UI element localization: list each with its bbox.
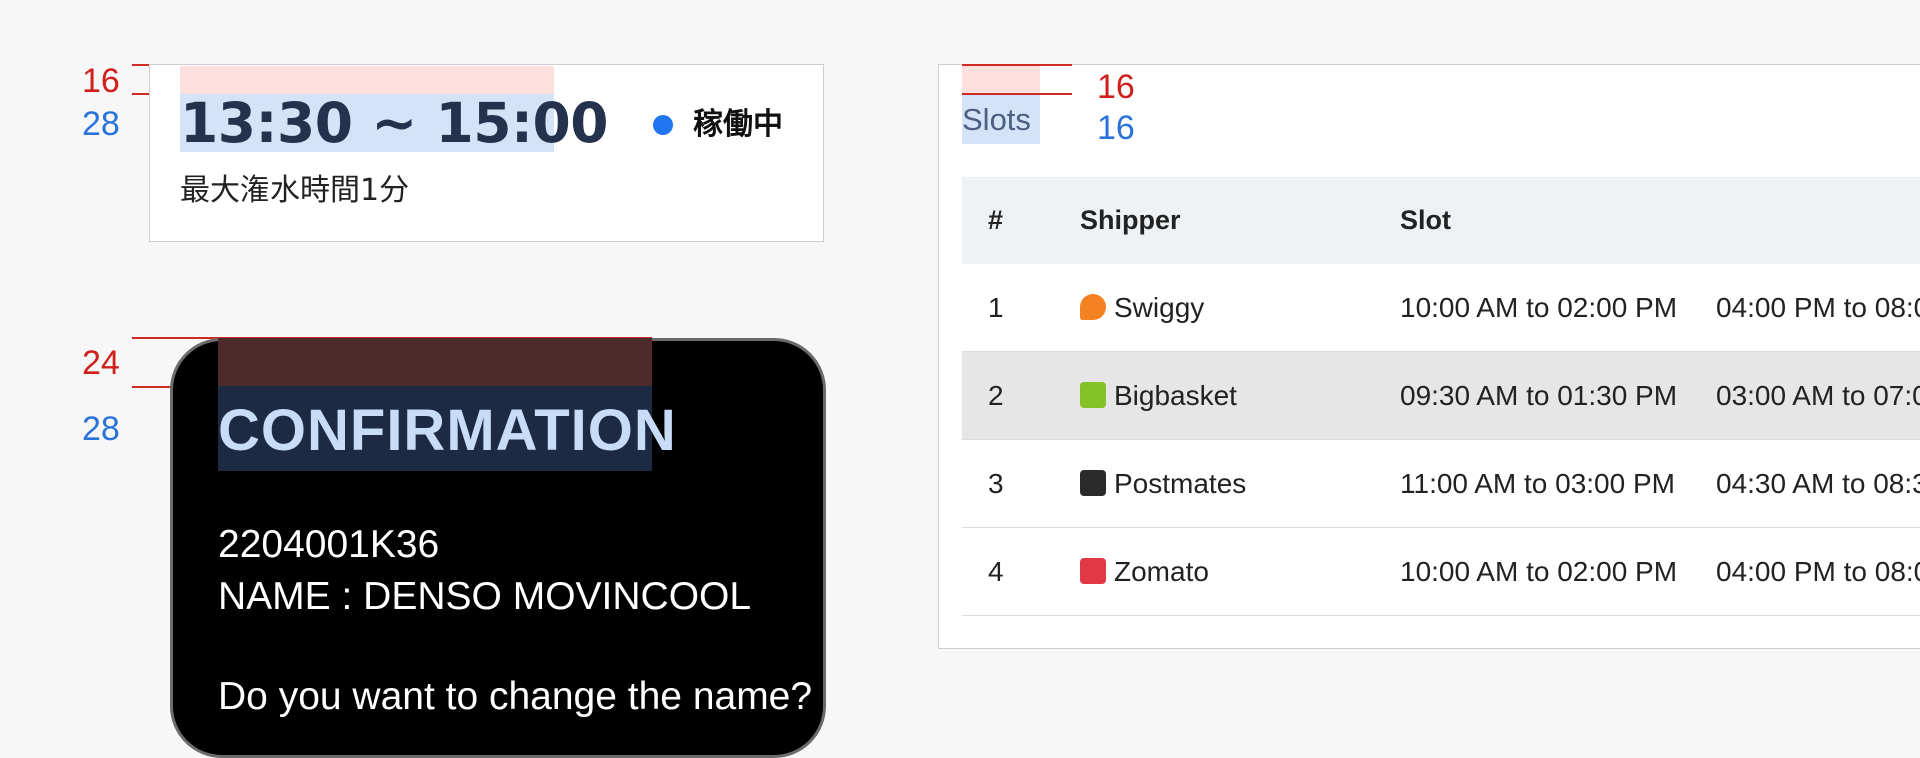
- slots-title: Slots: [962, 102, 1031, 137]
- table-row[interactable]: 1 Swiggy 10:00 AM to 02:00 PM 04:00 PM t…: [962, 264, 1920, 352]
- slot-time: 04:00 PM to 08:00 PM: [1716, 292, 1920, 323]
- row-number: 3: [988, 468, 1004, 499]
- spacing-label: 24: [82, 344, 120, 382]
- row-number: 1: [988, 292, 1004, 323]
- postmates-icon: [1080, 470, 1106, 496]
- slot-time: 04:30 AM to 08:30 PM: [1716, 468, 1920, 499]
- table-row[interactable]: 3 Postmates 11:00 AM to 03:00 PM 04:30 A…: [962, 440, 1920, 528]
- padding-highlight: [218, 338, 652, 386]
- font-size-label: 16: [1097, 109, 1135, 147]
- spacing-label: 16: [1097, 68, 1135, 106]
- header-shipper: Shipper: [1080, 205, 1181, 235]
- time-range: 13:30 ~ 15:00: [180, 91, 609, 155]
- table-header: # Shipper Slot: [962, 177, 1920, 264]
- shipper-name: Postmates: [1114, 468, 1247, 499]
- font-size-label: 28: [82, 410, 120, 448]
- font-size-label: 28: [82, 105, 120, 143]
- slot-time: 04:00 PM to 08:00 PM: [1716, 556, 1920, 587]
- spacing-label: 16: [82, 62, 120, 100]
- slot-time: 10:00 AM to 02:00 PM: [1400, 556, 1678, 587]
- row-number: 4: [988, 556, 1004, 587]
- slot-time: 03:00 AM to 07:00 PM: [1716, 380, 1920, 411]
- spacing-guide-line: [962, 93, 1072, 95]
- slot-time: 11:00 AM to 03:00 PM: [1400, 468, 1675, 499]
- table-row[interactable]: 2 Bigbasket 09:30 AM to 01:30 PM 03:00 A…: [962, 352, 1920, 440]
- confirmation-code: 2204001K36: [218, 523, 440, 566]
- schedule-subtitle: 最大潅水時間1分: [180, 173, 410, 208]
- status-dot-icon: [653, 115, 673, 135]
- status-label: 稼働中: [693, 107, 783, 142]
- shipper-name: Swiggy: [1114, 292, 1205, 323]
- slot-time: 09:30 AM to 01:30 PM: [1400, 380, 1678, 411]
- shipper-name: Zomato: [1114, 556, 1209, 587]
- swiggy-icon: [1080, 294, 1106, 320]
- header-number: #: [988, 205, 1004, 235]
- bigbasket-icon: [1080, 382, 1106, 408]
- padding-highlight: [962, 66, 1040, 94]
- row-number: 2: [988, 380, 1004, 411]
- padding-highlight: [180, 66, 554, 94]
- header-slot: Slot: [1400, 205, 1451, 235]
- slot-time: 10:00 AM to 02:00 PM: [1400, 292, 1678, 323]
- shipper-name: Bigbasket: [1114, 380, 1237, 411]
- zomato-icon: [1080, 558, 1106, 584]
- confirmation-name: NAME : DENSO MOVINCOOL: [218, 575, 752, 618]
- spacing-guide-line: [962, 64, 1072, 66]
- table-row[interactable]: 4 Zomato 10:00 AM to 02:00 PM 04:00 PM t…: [962, 528, 1920, 616]
- confirmation-title: CONFIRMATION: [218, 398, 677, 463]
